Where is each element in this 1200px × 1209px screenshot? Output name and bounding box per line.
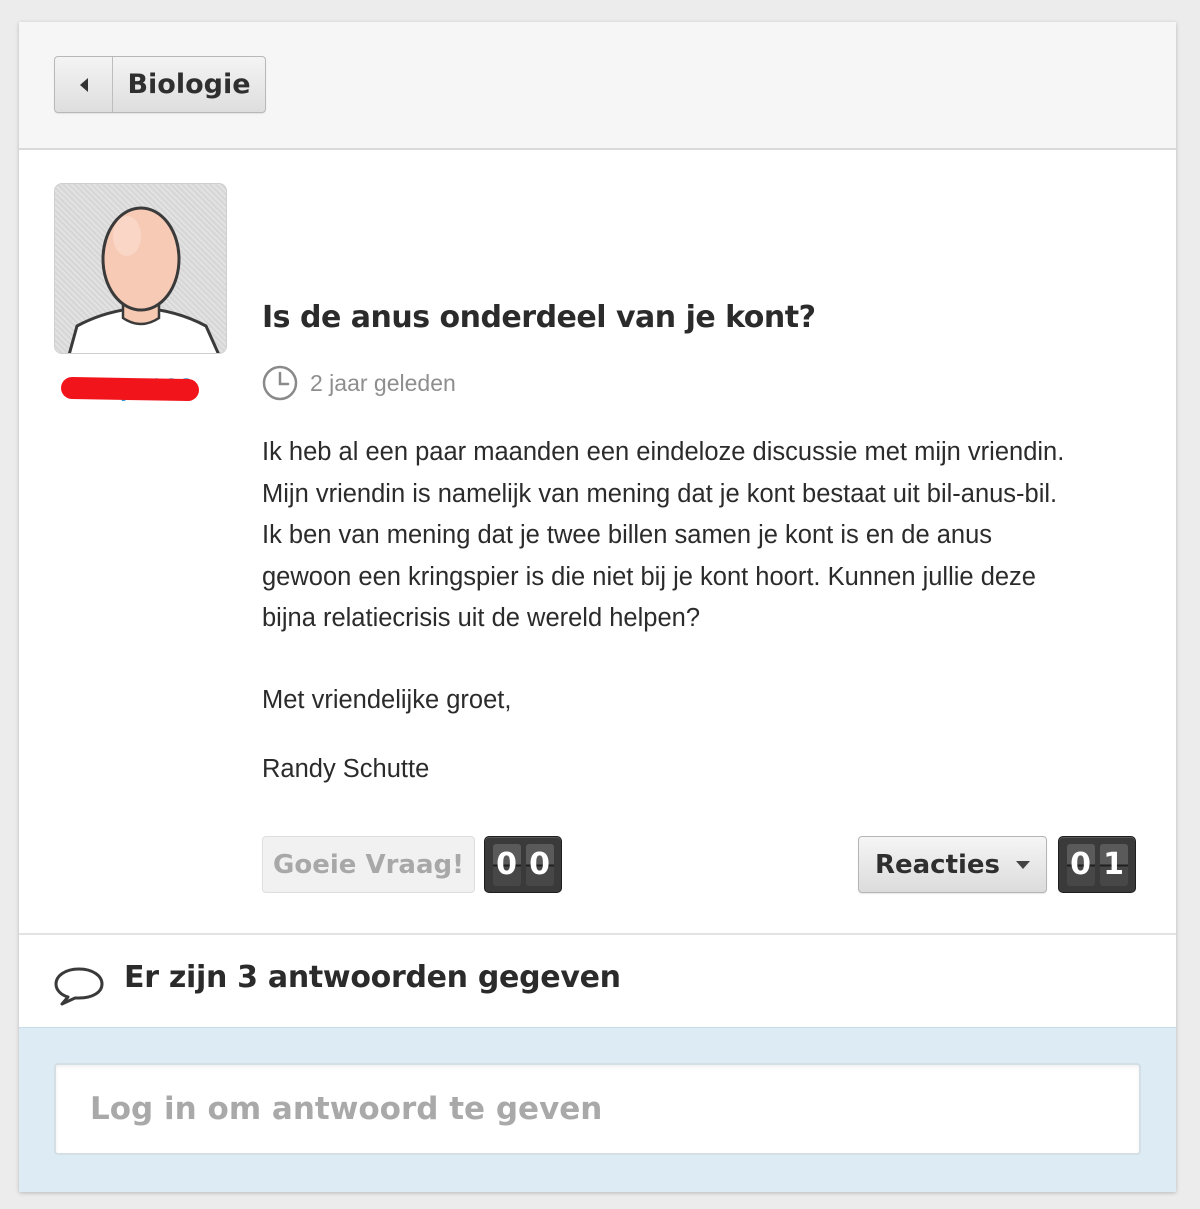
question-title: Is de anus onderdeel van je kont? — [262, 300, 816, 335]
counter-digit: 0 — [525, 843, 554, 886]
question-signature: Randy Schutte — [262, 755, 430, 783]
answers-header: Er zijn 3 antwoorden gegeven — [19, 933, 1176, 1027]
question-card: Biologie randy1998 Is de anus onderdeel … — [19, 22, 1176, 1192]
question-body: Ik heb al een paar maanden een eindeloze… — [262, 432, 1152, 783]
question-greeting: Met vriendelijke groet, — [262, 686, 512, 714]
timestamp-row: 2 jaar geleden — [262, 364, 456, 402]
goeie-vraag-counter: 0 0 — [484, 836, 562, 893]
back-button[interactable]: Biologie — [54, 56, 266, 113]
counter-digit: 0 — [1066, 843, 1095, 886]
answers-count-heading: Er zijn 3 antwoorden gegeven — [124, 960, 621, 995]
username-link[interactable]: randy1998 — [60, 374, 215, 402]
question-body-text: Ik heb al een paar maanden een eindeloze… — [262, 438, 1065, 633]
header-bar: Biologie — [19, 22, 1176, 150]
speech-bubble-icon — [54, 967, 104, 1006]
clock-icon — [262, 365, 298, 401]
reacties-counter: 0 1 — [1058, 836, 1136, 893]
default-avatar-icon — [67, 206, 220, 353]
caret-down-icon — [1016, 860, 1031, 869]
timestamp: 2 jaar geleden — [310, 369, 456, 396]
counter-digit: 1 — [1099, 843, 1128, 886]
counter-digit: 0 — [492, 843, 521, 886]
avatar[interactable] — [54, 183, 227, 354]
goeie-vraag-button[interactable]: Goeie Vraag! — [262, 836, 475, 893]
back-button-label: Biologie — [127, 69, 251, 100]
reacties-dropdown-button[interactable]: Reacties — [858, 836, 1047, 893]
answer-login-area — [19, 1027, 1176, 1192]
answer-login-input[interactable] — [54, 1063, 1141, 1155]
back-arrow-icon — [55, 57, 113, 112]
redaction-mark — [60, 376, 200, 402]
reacties-label: Reacties — [874, 849, 1001, 880]
